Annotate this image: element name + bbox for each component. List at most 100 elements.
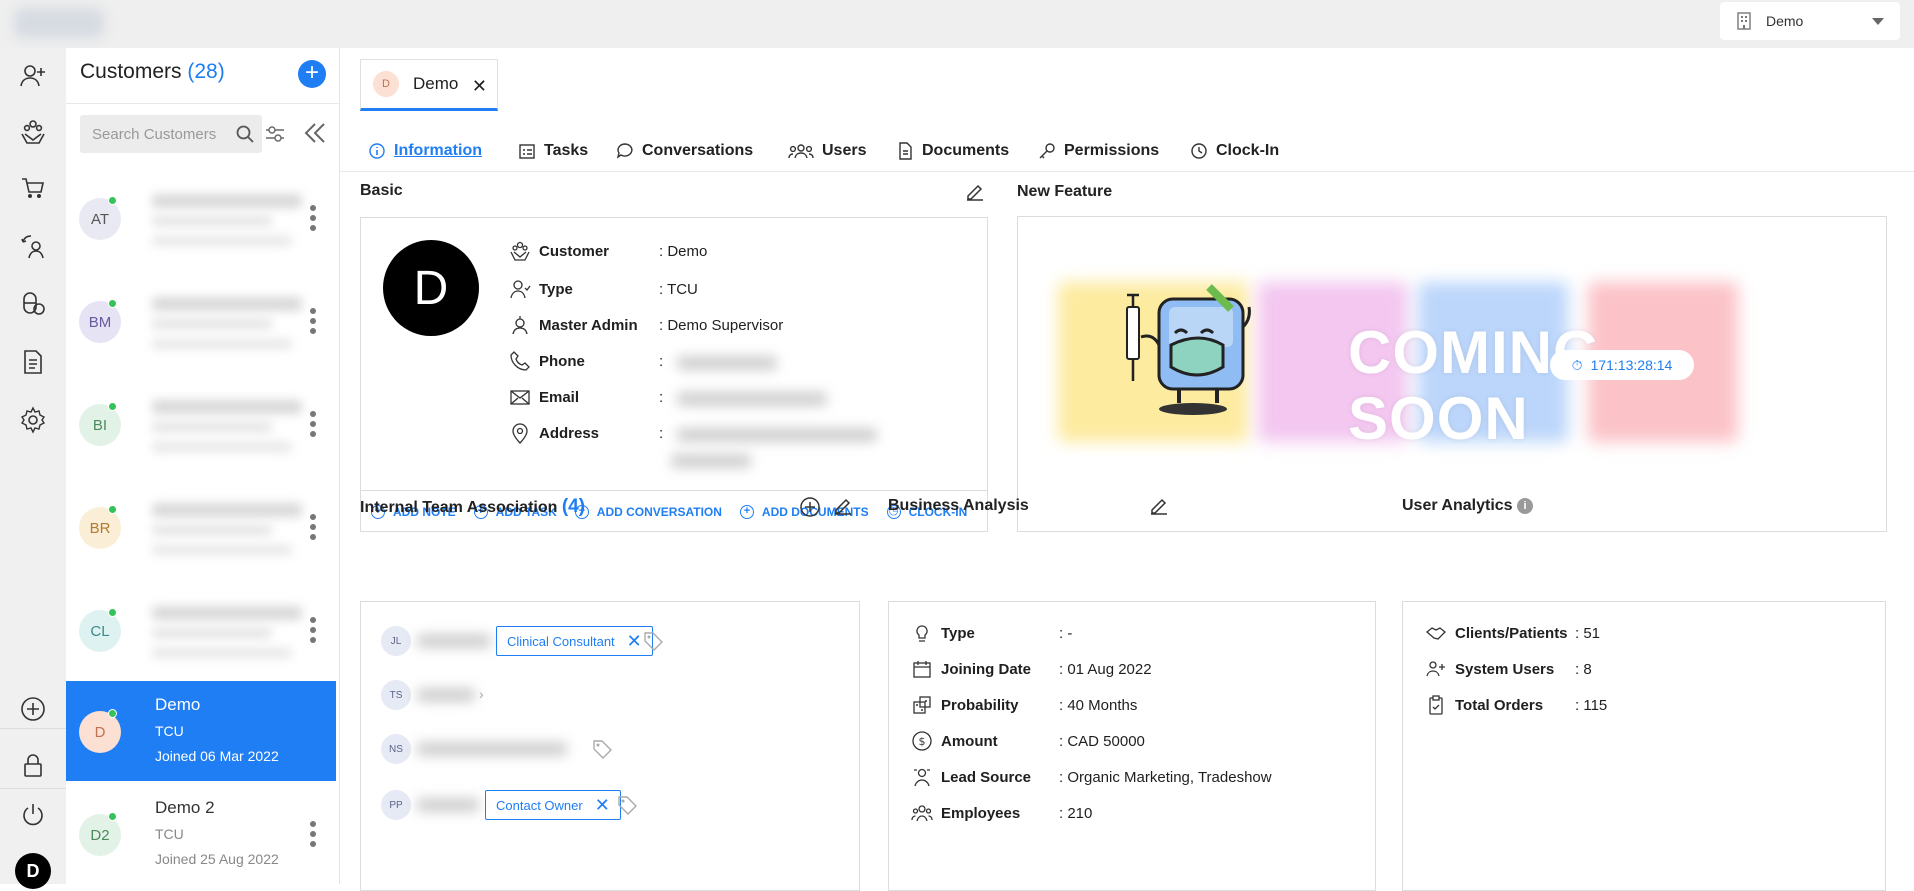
tag-icon[interactable] — [642, 630, 664, 652]
info-icon — [369, 143, 385, 159]
mail-icon — [510, 390, 530, 405]
customer-name: Demo 2 — [155, 798, 215, 817]
avatar: NS — [381, 734, 411, 764]
avatar: D — [373, 71, 399, 97]
customers-hands-icon[interactable] — [17, 116, 49, 148]
online-status-dot — [108, 608, 117, 617]
field-master-admin: Master Admin: Demo Supervisor — [509, 314, 783, 336]
customer-joined: Joined 25 Aug 2022 — [155, 851, 279, 867]
customer-name: Demo — [155, 695, 201, 714]
online-status-dot — [108, 505, 117, 514]
more-icon[interactable] — [310, 821, 318, 851]
chevron-down-icon — [1872, 17, 1884, 25]
edit-icon[interactable] — [1148, 494, 1170, 516]
mascot-illustration — [1126, 284, 1251, 415]
tab-tasks[interactable]: Tasks — [518, 142, 588, 160]
gear-icon[interactable] — [17, 404, 49, 436]
role-tag[interactable]: Contact Owner ✕ — [485, 790, 621, 820]
tab-clock-in[interactable]: Clock-In — [1190, 142, 1279, 160]
remove-icon[interactable]: ✕ — [627, 631, 642, 652]
role-tag[interactable]: Clinical Consultant ✕ — [496, 626, 653, 656]
field-lead-source: Lead Source: Organic Marketing, Tradesho… — [911, 766, 1272, 788]
field-total-orders: Total Orders: 115 — [1425, 694, 1607, 716]
document-icon — [899, 142, 912, 160]
document-icon[interactable] — [17, 346, 49, 378]
more-icon[interactable] — [310, 514, 318, 544]
more-icon[interactable] — [310, 205, 318, 235]
power-icon[interactable] — [17, 798, 49, 830]
search-customers-input[interactable]: Search Customers — [80, 115, 262, 153]
remove-icon[interactable]: ✕ — [595, 795, 610, 816]
team-title: Internal Team Association (4) — [360, 496, 586, 517]
plus-circle-icon: + — [739, 504, 754, 519]
lock-icon[interactable] — [17, 750, 49, 782]
calendar-icon — [913, 661, 931, 678]
stopwatch-icon: ⏱ — [1571, 356, 1583, 373]
field-probability: Probability: 40 Months — [911, 694, 1137, 716]
key-icon — [1039, 143, 1055, 159]
customer-joined: Joined 06 Mar 2022 — [155, 748, 279, 764]
chevron-right-icon: › — [479, 686, 484, 702]
team-icon — [911, 805, 933, 822]
tab-users[interactable]: Users — [788, 142, 866, 160]
tab-information[interactable]: Information — [368, 142, 482, 160]
tasks-icon — [519, 144, 535, 159]
dice-icon — [913, 696, 931, 714]
more-icon[interactable] — [310, 308, 318, 338]
add-circle-icon[interactable] — [17, 693, 49, 725]
svg-text:$: $ — [919, 735, 926, 748]
top-bar: Demo — [0, 0, 1914, 48]
info-icon[interactable]: i — [1517, 497, 1534, 514]
tag-icon[interactable] — [591, 738, 613, 760]
customer-row[interactable]: CL — [66, 580, 336, 680]
users-switch-icon[interactable] — [17, 230, 49, 262]
lightbulb-icon — [916, 625, 928, 642]
building-icon — [1737, 12, 1751, 30]
edit-icon[interactable] — [832, 494, 854, 516]
customer-row[interactable]: AT — [66, 168, 336, 268]
add-user-icon — [1426, 661, 1445, 677]
tab-permissions[interactable]: Permissions — [1038, 142, 1159, 160]
customer-row-active[interactable]: D Demo TCU Joined 06 Mar 2022 — [66, 681, 336, 781]
user-analytics-card: Clients/Patients: 51 System Users: 8 Tot… — [1402, 601, 1886, 891]
tag-icon[interactable] — [616, 794, 638, 816]
field-clients-patients: Clients/Patients: 51 — [1425, 622, 1600, 644]
add-customer-button[interactable]: + — [298, 60, 326, 88]
phone-icon — [510, 351, 530, 371]
collapse-icon[interactable] — [302, 120, 328, 146]
customer-row[interactable]: BR — [66, 477, 336, 577]
customer-row[interactable]: D2 Demo 2 TCU Joined 25 Aug 2022 — [66, 784, 336, 884]
main-content: D Demo ✕ Information Tasks Conversations… — [340, 48, 1914, 891]
field-email: Email: — [509, 386, 663, 408]
field-type: Type: - — [911, 622, 1072, 644]
field-type: Type: TCU — [509, 278, 698, 300]
search-icon[interactable] — [236, 125, 254, 143]
more-icon[interactable] — [310, 617, 318, 647]
customer-row[interactable]: BI — [66, 374, 336, 474]
field-phone: Phone: — [509, 350, 663, 372]
pill-icon[interactable] — [17, 288, 49, 320]
handshake-icon — [1425, 627, 1446, 640]
customer-avatar: D — [383, 240, 479, 336]
coming-soon-text: COMING SOON — [1348, 319, 1601, 452]
close-icon[interactable]: ✕ — [472, 76, 487, 97]
new-feature-title: New Feature — [1017, 183, 1113, 200]
location-pin-icon — [512, 423, 528, 444]
field-employees: Employees: 210 — [911, 802, 1092, 824]
add-circle-icon[interactable] — [799, 496, 821, 518]
customers-title: Customers (28) — [80, 60, 225, 83]
more-icon[interactable] — [310, 411, 318, 441]
add-user-icon[interactable] — [17, 60, 49, 92]
tab-documents[interactable]: Documents — [896, 142, 1009, 160]
customer-row[interactable]: BM — [66, 271, 336, 371]
tab-conversations[interactable]: Conversations — [616, 142, 753, 160]
add-conversation-button[interactable]: + ADD CONVERSATION — [574, 504, 722, 519]
edit-icon[interactable] — [964, 180, 986, 202]
filter-icon[interactable] — [264, 123, 286, 145]
online-status-dot — [108, 299, 117, 308]
basic-card: D Customer: Demo Type: TCU Master Admin:… — [360, 217, 988, 532]
org-selector[interactable]: Demo — [1720, 2, 1900, 40]
open-profile-tab[interactable]: D Demo ✕ — [360, 59, 498, 111]
cart-icon[interactable] — [17, 172, 49, 204]
business-card: Type: - Joining Date: 01 Aug 2022 Probab… — [888, 601, 1376, 891]
